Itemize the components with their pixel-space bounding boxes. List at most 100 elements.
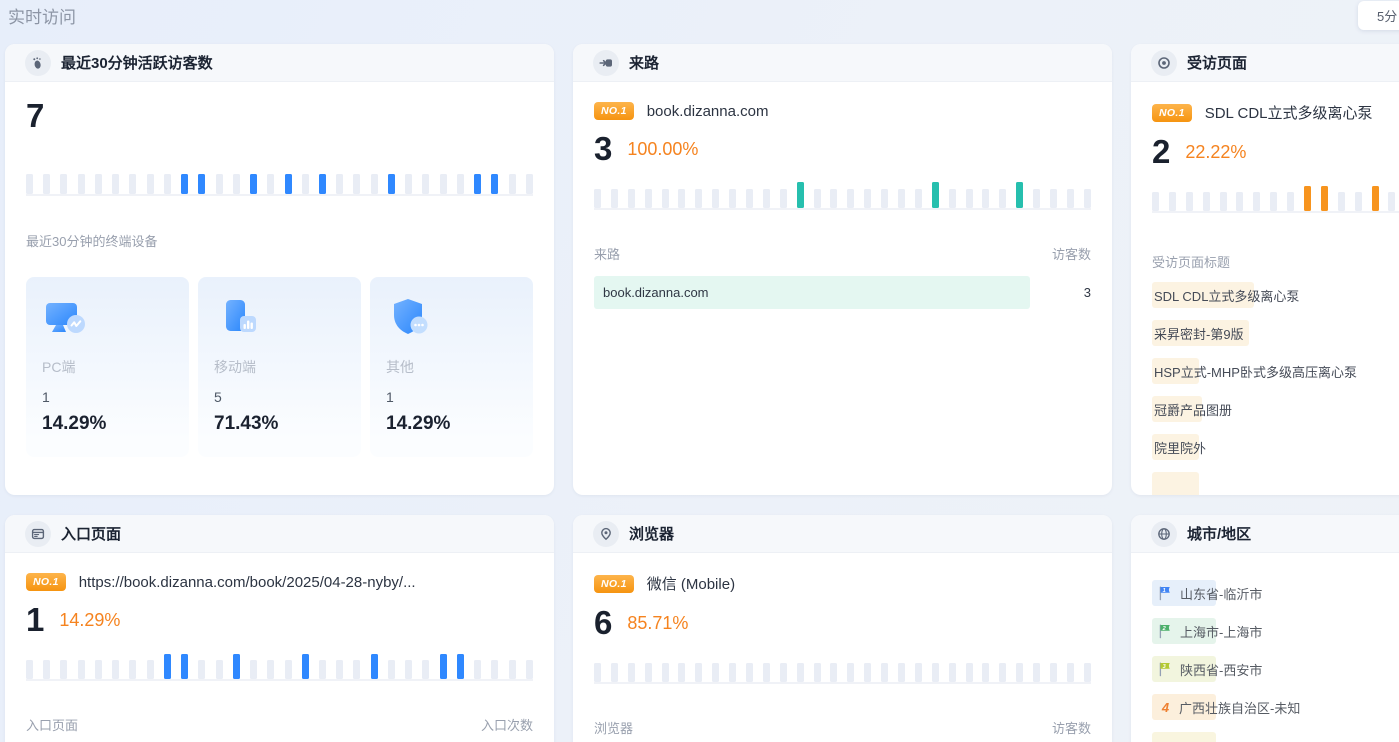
active-minute-bar (1304, 186, 1311, 211)
referrer-row-value: 3 (1084, 285, 1091, 300)
minute-bar (1236, 192, 1243, 211)
top-referrer-link[interactable]: book.dizanna.com (647, 103, 769, 120)
minute-bar (1084, 663, 1091, 682)
minute-bar (285, 660, 292, 679)
no1-badge: NO.1 (594, 102, 634, 120)
referrer-table-row[interactable]: book.dizanna.com3 (594, 276, 1091, 309)
minute-bar (678, 663, 685, 682)
devices-section-label: 最近30分钟的终端设备 (26, 231, 533, 250)
minute-bar (26, 174, 33, 194)
minute-bar (1338, 192, 1345, 211)
minute-bar (336, 660, 343, 679)
active-minute-bar (388, 174, 395, 194)
device-value: 1 (42, 389, 173, 405)
minute-bar (1067, 663, 1074, 682)
top-page-link[interactable]: SDL CDL立式多级离心泵 (1205, 102, 1373, 123)
top-browser[interactable]: 微信 (Mobile) (647, 573, 735, 594)
page-title-label: HSP立式-MHP卧式多级高压离心泵 (1152, 362, 1357, 381)
entry-percent: 14.29% (59, 610, 120, 631)
minute-bar (780, 663, 787, 682)
page-title-row[interactable]: 采昇密封-第9版 (1152, 320, 1399, 346)
minute-bar (129, 660, 136, 679)
rank-number: 4 (1159, 700, 1172, 715)
minute-bar (60, 174, 67, 194)
region-rows: 1山东省-临沂市 2上海市-上海市 3陕西省-西安市 4 广西壮族自治区-未知 (1152, 580, 1399, 742)
minute-bar (1050, 189, 1057, 208)
referrer-table-rows: book.dizanna.com3 (594, 276, 1091, 309)
minute-bar (915, 663, 922, 682)
minute-bar (594, 663, 601, 682)
minute-bar (966, 663, 973, 682)
page-visitor-count: 2 (1152, 134, 1170, 170)
region-row[interactable]: 4 广西壮族自治区-未知 (1152, 694, 1399, 720)
page-title-label: SDL CDL立式多级离心泵 (1152, 286, 1299, 305)
minute-bar (712, 663, 719, 682)
minute-bar-chart (594, 657, 1091, 684)
minute-bar (729, 663, 736, 682)
minute-bar (830, 189, 837, 208)
device-label: 移动端 (214, 357, 345, 377)
minute-bar (628, 663, 635, 682)
region-row[interactable]: 1山东省-临沂市 (1152, 580, 1399, 606)
minute-bar (26, 660, 33, 679)
page-title-rows: SDL CDL立式多级离心泵采昇密封-第9版 HSP立式-MHP卧式多级高压离心泵… (1152, 282, 1399, 495)
minute-bar (932, 663, 939, 682)
page-list-label: 受访页面标题 (1152, 252, 1399, 271)
flag-icon: 3 (1157, 661, 1173, 677)
minute-bar (1033, 663, 1040, 682)
card-entry-pages-header: 入口页面 (5, 515, 554, 553)
region-row[interactable]: 2上海市-上海市 (1152, 618, 1399, 644)
minute-bar (1220, 192, 1227, 211)
no1-badge: NO.1 (594, 575, 634, 593)
card-browsers-header: 浏览器 (573, 515, 1112, 553)
minute-bar (628, 189, 635, 208)
minute-bar (864, 189, 871, 208)
minute-bar (881, 663, 888, 682)
table-header: 浏览器 访客数 (594, 718, 1091, 737)
card-title: 城市/地区 (1187, 523, 1251, 544)
card-title: 最近30分钟活跃访客数 (61, 52, 213, 73)
referrer-percent: 100.00% (627, 139, 698, 160)
desktop-icon (42, 295, 173, 343)
card-referrer: 来路 NO.1 book.dizanna.com 3 100.00% 来路 访客… (573, 44, 1112, 495)
device-stats: PC端 1 14.29% (26, 277, 533, 457)
region-row[interactable]: 3陕西省-西安市 (1152, 656, 1399, 682)
card-grid: 最近30分钟活跃访客数 7 最近30分钟的终端设备 (5, 44, 1399, 742)
minute-bar (422, 660, 429, 679)
minute-bar (147, 174, 154, 194)
page-title-row (1152, 472, 1399, 495)
column-header-browser: 浏览器 (594, 718, 633, 737)
minute-bar (695, 189, 702, 208)
minute-bar (949, 663, 956, 682)
minute-bar (1084, 189, 1091, 208)
device-value: 5 (214, 389, 345, 405)
browser-percent: 85.71% (627, 613, 688, 634)
page-title-row[interactable]: HSP立式-MHP卧式多级高压离心泵 (1152, 358, 1399, 384)
page-title-row[interactable]: 冠爵产品图册 (1152, 396, 1399, 422)
minute-bar (678, 189, 685, 208)
minute-bar (129, 174, 136, 194)
active-minute-bar (181, 174, 188, 194)
page-title-row[interactable]: 院里院外 (1152, 434, 1399, 460)
minute-bar (1050, 663, 1057, 682)
device-value: 1 (386, 389, 517, 405)
device-tile-pc: PC端 1 14.29% (26, 277, 189, 457)
minute-bar (147, 660, 154, 679)
active-minute-bar (474, 174, 481, 194)
active-minute-bar (797, 182, 804, 208)
minute-bar (43, 174, 50, 194)
region-label: 广西壮族自治区-未知 (1179, 698, 1300, 717)
minute-bar (898, 663, 905, 682)
minute-bar-chart (26, 169, 533, 196)
minute-bar (405, 174, 412, 194)
minute-bar (814, 189, 821, 208)
minute-bar (763, 663, 770, 682)
time-filter-button[interactable]: 5分 (1358, 1, 1399, 30)
minute-bar (112, 174, 119, 194)
minute-bar (746, 189, 753, 208)
page-title-label: 采昇密封-第9版 (1152, 324, 1244, 343)
mobile-icon (214, 295, 345, 343)
page-title-row[interactable]: SDL CDL立式多级离心泵 (1152, 282, 1399, 308)
top-entry-url-link[interactable]: https://book.dizanna.com/book/2025/04-28… (79, 574, 416, 591)
minute-bar (216, 660, 223, 679)
